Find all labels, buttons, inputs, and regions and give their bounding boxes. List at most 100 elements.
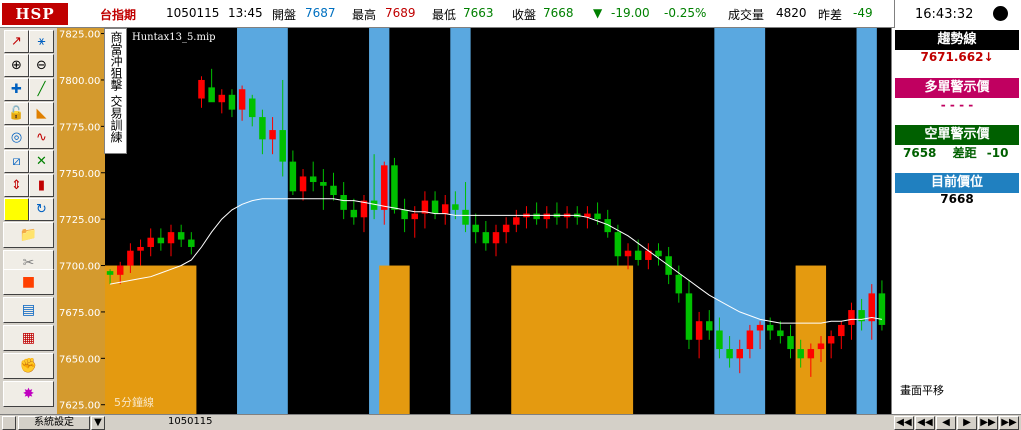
zoom-out-icon[interactable]: ⊖ — [29, 54, 54, 77]
candle-body — [188, 239, 195, 247]
blank-button[interactable] — [2, 416, 16, 430]
cycle-tool-icon[interactable]: ◎ — [4, 126, 29, 149]
candle-body — [685, 293, 693, 340]
candle-body — [177, 232, 185, 240]
cross-arrows-icon[interactable]: ✕ — [29, 150, 54, 173]
channel-tool-icon[interactable]: ⧄ — [4, 150, 29, 173]
candle-body — [309, 176, 317, 183]
tool-palette: ↗ ⚹ ⊕ ⊖ ✚ ╱ 🔓 ◣ ◎ ∿ ⧄ ✕ ⇕ ▮ ↻ 📁 ✂ ■ ▤ ▦ … — [0, 28, 57, 414]
candle-body — [878, 293, 886, 325]
clock-panel: 16:43:32 — [894, 0, 1021, 28]
folder-icon[interactable]: 📁 — [3, 222, 54, 248]
y-tick-label: 7625.00 — [59, 401, 100, 412]
zoom-in-icon[interactable]: ⊕ — [4, 54, 29, 77]
candle-body — [116, 265, 124, 275]
signal-panel: 趨勢線 7671.662↓ 多單警示價 - - - - 空單警示價 7658 差… — [891, 28, 1021, 414]
trendline-tool-icon[interactable]: ↗ — [4, 30, 29, 53]
candle-body — [695, 321, 703, 340]
trend-header: 趨勢線 — [895, 30, 1019, 50]
trend-value: 7671.662↓ — [920, 50, 994, 64]
y-tick-label: 7675.00 — [59, 308, 100, 319]
candle-body — [127, 250, 134, 266]
open-label: 開盤 — [272, 8, 297, 22]
crosshair-icon[interactable]: ✚ — [4, 78, 29, 101]
stop-icon[interactable]: ■ — [3, 269, 54, 295]
close-label: 收盤 — [512, 8, 537, 22]
quote-bar: HSP 台指期 1050115 13:45 開盤 7687 最高 7689 最低… — [0, 0, 1021, 28]
candle-body — [452, 204, 459, 210]
candle-body — [350, 209, 358, 218]
short-zone — [237, 28, 288, 414]
candle-body — [492, 232, 500, 244]
candle-body — [634, 250, 642, 260]
short-alert-row: 7658 差距 -10 — [895, 144, 1019, 161]
y-tick-label: 7825.00 — [59, 30, 100, 41]
high-label: 最高 — [352, 8, 377, 22]
nav-last-icon[interactable]: ▶▶ — [999, 416, 1019, 430]
gloves-icon[interactable]: ✊ — [3, 353, 54, 379]
record-dot-icon[interactable] — [993, 6, 1008, 21]
y-tick-label: 7800.00 — [59, 76, 100, 87]
nav-forward-icon[interactable]: ▶ — [957, 416, 977, 430]
candle-body — [827, 336, 835, 344]
y-tick-label: 7700.00 — [59, 262, 100, 273]
long-zone — [511, 265, 634, 414]
change-value: -19.00 — [611, 6, 650, 20]
chart-svg[interactable]: 7825.00 7800.00 7775.00 7750.00 7725.00 7700.… — [57, 28, 891, 414]
candle-body — [147, 237, 154, 247]
candle-body — [279, 130, 286, 162]
line-tool-icon[interactable]: ╱ — [29, 78, 54, 101]
candle-body — [533, 213, 540, 220]
candle-body — [838, 324, 845, 337]
candle-body — [330, 185, 337, 196]
fan-tool-icon[interactable]: ⚹ — [29, 30, 54, 53]
status-date: 1050115 — [168, 416, 213, 427]
vertical-label-box: 商當沖狙擊 交易訓練 — [104, 28, 127, 154]
volume-value: 4820 — [776, 6, 807, 20]
candle-body — [431, 200, 439, 214]
volume-label: 成交量 — [728, 8, 765, 22]
settings-dropdown-icon[interactable]: ▼ — [91, 416, 105, 430]
up-down-arrow-icon[interactable]: ⇕ — [4, 174, 29, 197]
candlestick-chart[interactable]: 7825.00 7800.00 7775.00 7750.00 7725.00 7700.… — [57, 28, 891, 414]
candle-body — [746, 330, 754, 350]
change-arrow-icon: ▼ — [593, 6, 603, 20]
candle-body — [218, 94, 226, 103]
candle-body — [289, 161, 297, 192]
nav-back-icon[interactable]: ◀ — [936, 416, 956, 430]
candle-body — [340, 195, 347, 210]
long-zone — [379, 265, 410, 414]
candle-body — [269, 130, 276, 140]
grid-icon[interactable]: ▦ — [3, 325, 54, 351]
vertical-label-1: 商當沖狙擊 — [109, 31, 123, 91]
close-value: 7668 — [543, 6, 574, 20]
burst-icon[interactable]: ✸ — [3, 381, 54, 407]
low-value: 7663 — [463, 6, 494, 20]
vertical-label-2: 交易訓練 — [109, 94, 123, 143]
candle-body — [441, 204, 449, 214]
candle-body — [208, 87, 215, 103]
refresh-icon[interactable]: ↻ — [29, 198, 54, 221]
change-pct: -0.25% — [664, 6, 707, 20]
settings-button[interactable]: 系統設定 — [18, 416, 90, 430]
angle-tool-icon[interactable]: ◣ — [29, 102, 54, 125]
status-bar: 系統設定 ▼ 1050115 ◀◀ ◀◀ ◀ ▶ ▶▶ ▶▶ — [0, 414, 1021, 430]
candle-body — [716, 330, 723, 350]
candle-body — [543, 213, 551, 220]
candle-body — [726, 349, 733, 359]
candle-body — [238, 89, 246, 110]
nav-page-forward-icon[interactable]: ▶▶ — [978, 416, 998, 430]
nav-first-icon[interactable]: ◀◀ — [894, 416, 914, 430]
candle-body — [594, 213, 601, 220]
nav-page-back-icon[interactable]: ◀◀ — [915, 416, 935, 430]
symbol-name[interactable]: 台指期 — [100, 6, 136, 23]
short-diff-label: 差距 — [952, 146, 977, 160]
trend-line — [110, 198, 882, 324]
candle-body — [797, 349, 804, 359]
wave-tool-icon[interactable]: ∿ — [29, 126, 54, 149]
candle-icon[interactable]: ▮ — [29, 174, 54, 197]
window-icon[interactable]: ▤ — [3, 297, 54, 323]
color-swatch-icon[interactable] — [4, 198, 29, 221]
current-price-header: 目前價位 — [895, 173, 1019, 193]
lock-icon[interactable]: 🔓 — [4, 102, 29, 125]
